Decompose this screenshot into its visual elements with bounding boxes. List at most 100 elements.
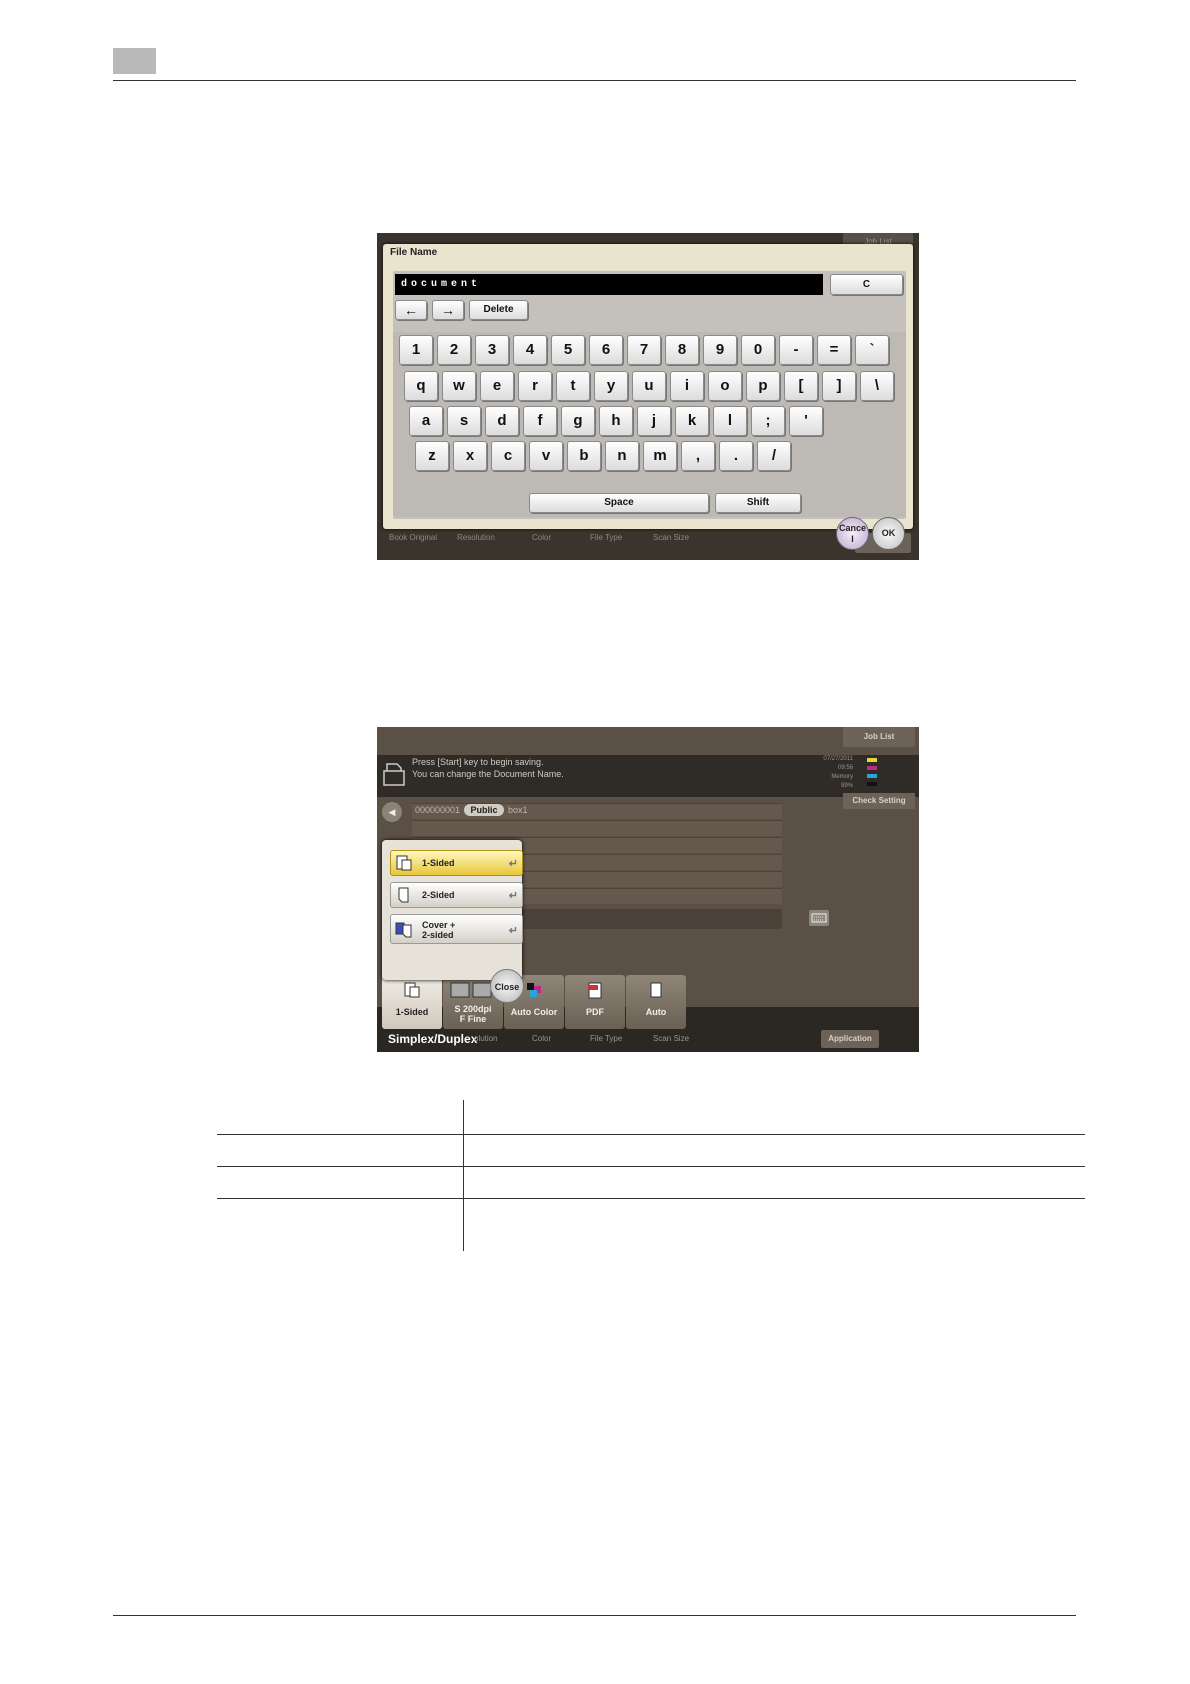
tile-file-type[interactable]: PDF (565, 975, 625, 1029)
key[interactable]: u (632, 371, 666, 401)
option-1-sided[interactable]: 1-Sided ↵ (390, 850, 523, 876)
file-name-keyboard-screenshot: Job List Book Original Resolution Color … (377, 233, 919, 560)
key[interactable]: 4 (513, 335, 547, 365)
delete-button[interactable]: Delete (469, 300, 528, 320)
key[interactable]: 7 (627, 335, 661, 365)
job-list-button[interactable]: Job List (843, 727, 915, 747)
one-sided-icon (396, 855, 412, 871)
tab-label-book-original: Book Original (389, 533, 438, 542)
tab-label-simplex-duplex: Simplex/Duplex (388, 1032, 478, 1046)
key[interactable]: e (480, 371, 514, 401)
check-setting-button[interactable]: Check Setting (843, 793, 915, 809)
key[interactable]: f (523, 406, 557, 436)
document-icon (650, 982, 662, 998)
key[interactable]: / (757, 441, 791, 471)
key[interactable]: k (675, 406, 709, 436)
table-row-divider (217, 1166, 1085, 1167)
back-icon[interactable]: ◀ (382, 802, 402, 822)
application-button[interactable]: Application (821, 1030, 879, 1048)
key[interactable]: c (491, 441, 525, 471)
key[interactable]: - (779, 335, 813, 365)
return-icon: ↵ (508, 858, 518, 870)
key[interactable]: 9 (703, 335, 737, 365)
key[interactable]: y (594, 371, 628, 401)
tile-label: Auto Color (510, 1007, 558, 1017)
tile-scan-size[interactable]: Auto (626, 975, 686, 1029)
option-2-sided[interactable]: 2-Sided ↵ (390, 882, 523, 908)
tab-label-scan-size: Scan Size (653, 1034, 690, 1043)
keyboard-icon[interactable] (809, 910, 829, 926)
key[interactable]: 2 (437, 335, 471, 365)
one-sided-icon (404, 982, 420, 998)
key[interactable]: p (746, 371, 780, 401)
key[interactable]: 5 (551, 335, 585, 365)
key[interactable]: o (708, 371, 742, 401)
key[interactable]: 1 (399, 335, 433, 365)
key[interactable]: \ (860, 371, 894, 401)
box-number: 000000001 (415, 805, 461, 815)
key[interactable]: 0 (741, 335, 775, 365)
key[interactable]: i (670, 371, 704, 401)
list-row (412, 820, 782, 836)
pdf-icon (588, 982, 602, 999)
key[interactable]: 3 (475, 335, 509, 365)
key[interactable]: n (605, 441, 639, 471)
status-info: 07/27/2011 09:56 Memory 99% (817, 755, 853, 791)
key[interactable]: t (556, 371, 590, 401)
tab-label-color: Color (532, 533, 552, 542)
key[interactable]: g (561, 406, 595, 436)
key[interactable]: q (404, 371, 438, 401)
cursor-right-button[interactable]: → (432, 300, 464, 320)
toner-yellow (867, 758, 877, 762)
key[interactable]: = (817, 335, 851, 365)
dialog-title: File Name (390, 247, 438, 258)
key[interactable]: 8 (665, 335, 699, 365)
page-header-tab (113, 48, 156, 74)
key[interactable]: [ (784, 371, 818, 401)
key[interactable]: z (415, 441, 449, 471)
simplex-duplex-popup: 1-Sided ↵ 2-Sided ↵ Cover + 2-sided ↵ (382, 840, 523, 980)
option-label: Cover + 2-sided (422, 920, 456, 940)
box-type-badge: Public (464, 804, 504, 816)
key[interactable]: d (485, 406, 519, 436)
tab-label-file-type: File Type (590, 533, 623, 542)
tile-simplex-duplex[interactable]: 1-Sided (382, 975, 442, 1029)
key[interactable]: r (518, 371, 552, 401)
ok-button[interactable]: OK (872, 517, 905, 550)
shift-key[interactable]: Shift (715, 493, 801, 513)
cursor-left-button[interactable]: ← (395, 300, 427, 320)
key[interactable]: h (599, 406, 633, 436)
option-label: 2-Sided (422, 890, 455, 900)
footer-rule (113, 1615, 1076, 1616)
cancel-button[interactable]: Cance l (836, 517, 869, 550)
key[interactable]: a (409, 406, 443, 436)
key[interactable]: w (442, 371, 476, 401)
cover-two-sided-icon (395, 922, 412, 938)
key[interactable]: s (447, 406, 481, 436)
file-name-input[interactable]: document (395, 274, 823, 295)
option-label: 1-Sided (422, 858, 455, 868)
key[interactable]: v (529, 441, 563, 471)
option-cover-2-sided[interactable]: Cover + 2-sided ↵ (390, 914, 523, 944)
key[interactable]: ' (789, 406, 823, 436)
tab-label-resolution: Resolution (457, 533, 495, 542)
close-button[interactable]: Close (490, 969, 524, 1003)
key[interactable]: 6 (589, 335, 623, 365)
key[interactable]: m (643, 441, 677, 471)
key[interactable]: . (719, 441, 753, 471)
key[interactable]: ] (822, 371, 856, 401)
file-name-dialog: File Name document C ← → Delete Space Sh… (383, 244, 913, 529)
key[interactable]: ` (855, 335, 889, 365)
tile-label: PDF (586, 1007, 604, 1017)
key[interactable]: l (713, 406, 747, 436)
key[interactable]: ; (751, 406, 785, 436)
resolution-icon (450, 982, 492, 998)
key[interactable]: x (453, 441, 487, 471)
space-key[interactable]: Space (529, 493, 709, 513)
tile-label: 1-Sided (395, 1007, 429, 1017)
message-line-2: You can change the Document Name. (412, 769, 564, 779)
key[interactable]: j (637, 406, 671, 436)
key[interactable]: b (567, 441, 601, 471)
key[interactable]: , (681, 441, 715, 471)
clear-button[interactable]: C (830, 274, 903, 295)
